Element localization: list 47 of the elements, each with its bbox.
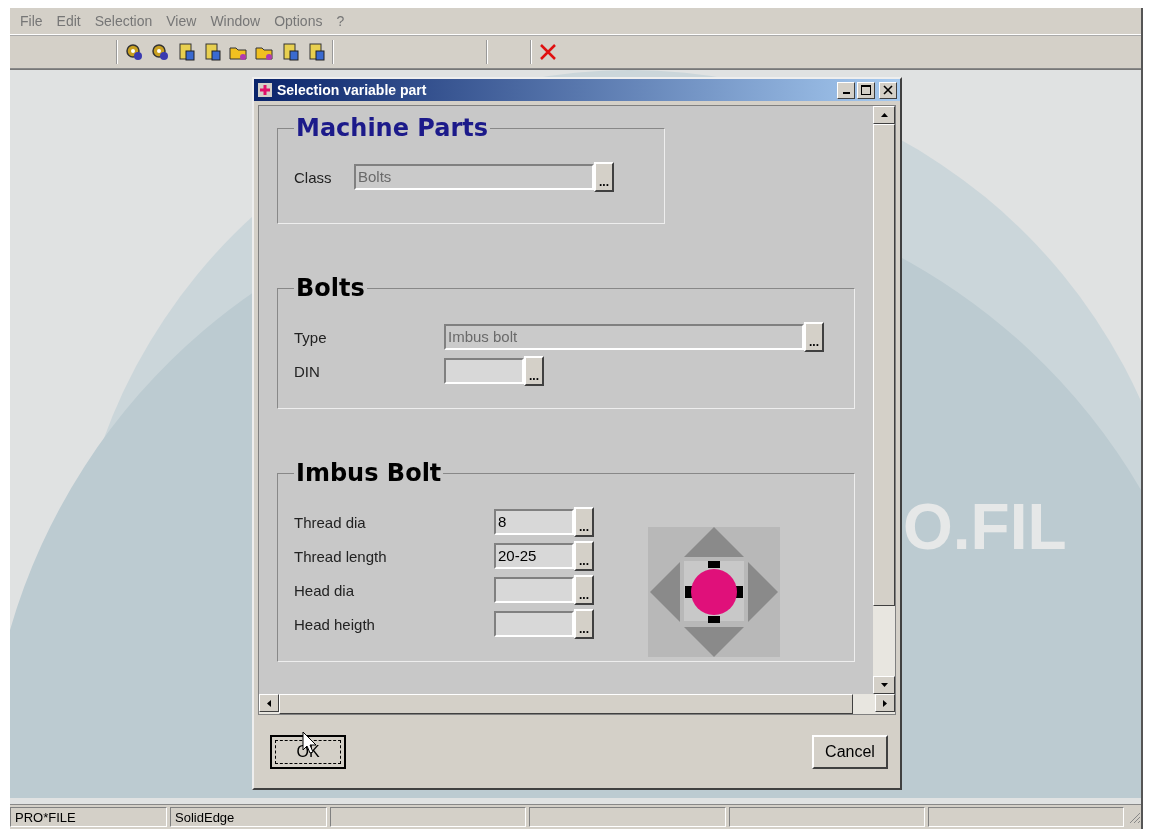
browse-button[interactable]: ...	[574, 541, 594, 571]
document-icon[interactable]	[306, 42, 326, 62]
vertical-scrollbar[interactable]	[873, 106, 895, 694]
document-icon[interactable]	[176, 42, 196, 62]
cancel-button[interactable]: Cancel	[812, 735, 888, 769]
minimize-icon	[842, 92, 850, 94]
field-label: Class	[294, 168, 333, 186]
field-label: Thread dia	[294, 513, 367, 531]
scroll-down-button[interactable]	[873, 676, 895, 694]
document-icon[interactable]	[280, 42, 300, 62]
document-icon[interactable]	[202, 42, 222, 62]
text-field[interactable]: 8	[494, 509, 574, 535]
close-button[interactable]	[879, 81, 897, 99]
app-icon	[257, 82, 273, 98]
dialog-title: Selection variable part	[277, 82, 428, 98]
browse-button[interactable]: ...	[574, 575, 594, 605]
scroll-left-button[interactable]	[259, 694, 279, 712]
field-label: Head heigth	[294, 615, 376, 633]
resize-grip-icon	[1127, 810, 1141, 824]
text-field[interactable]	[494, 577, 574, 603]
up-arrow-icon	[880, 113, 888, 117]
status-text: PRO*FILE	[10, 807, 168, 827]
field-label: Type	[294, 328, 328, 346]
left-arrow-icon	[267, 699, 271, 707]
minimize-button[interactable]	[837, 81, 855, 99]
scroll-right-button[interactable]	[875, 694, 895, 712]
status-text: SolidEdge	[170, 807, 328, 827]
maximize-button[interactable]	[857, 81, 875, 99]
browse-button[interactable]: ...	[524, 356, 544, 386]
text-field[interactable]: 20-25	[494, 543, 574, 569]
field-label: DIN	[294, 362, 321, 380]
browse-button[interactable]: ...	[574, 609, 594, 639]
close-icon[interactable]	[538, 42, 558, 62]
maximize-icon	[861, 85, 871, 95]
browse-button[interactable]: ...	[574, 507, 594, 537]
close-icon	[883, 85, 893, 95]
group-title: Machine Parts	[295, 114, 490, 142]
down-arrow-icon	[880, 683, 888, 687]
field-label: Head dia	[294, 581, 356, 599]
text-field[interactable]	[444, 358, 524, 384]
right-arrow-icon	[883, 699, 887, 707]
scroll-thumb[interactable]	[873, 124, 895, 606]
text-field[interactable]	[494, 611, 574, 637]
scroll-up-button[interactable]	[873, 106, 895, 124]
group-title: Imbus Bolt	[295, 459, 443, 487]
field-label: Thread length	[294, 547, 388, 565]
group-title: Bolts	[295, 274, 366, 302]
